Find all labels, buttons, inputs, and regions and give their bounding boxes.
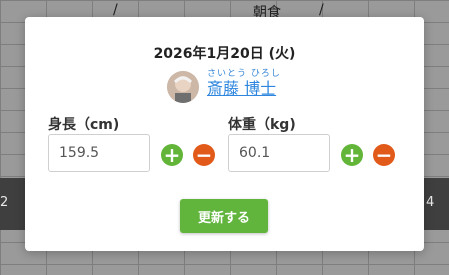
user-name-block: さいとう ひろし 斎藤 博士 — [207, 69, 327, 98]
weight-decrement-button[interactable]: − — [373, 144, 395, 166]
background-slash: / — [319, 2, 324, 18]
height-decrement-button[interactable]: − — [193, 144, 215, 166]
height-label: 身長（cm) — [48, 117, 120, 133]
weight-input[interactable] — [228, 134, 330, 172]
vitals-modal: 2026年1月20日 (火) さいとう ひろし 斎藤 博士 身長（cm) + −… — [25, 17, 424, 251]
height-input[interactable] — [48, 134, 150, 172]
avatar — [167, 71, 199, 103]
modal-date: 2026年1月20日 (火) — [153, 46, 296, 62]
height-increment-button[interactable]: + — [161, 144, 183, 166]
update-button[interactable]: 更新する — [180, 199, 268, 233]
user-name-link[interactable]: 斎藤 博士 — [207, 80, 327, 98]
background-left-number: 2 — [0, 195, 9, 210]
weight-label: 体重（kg) — [228, 117, 296, 133]
weight-increment-button[interactable]: + — [341, 144, 363, 166]
background-right-number: 4 — [426, 195, 435, 210]
avatar-image — [167, 71, 199, 103]
background-slash: / — [113, 2, 118, 18]
